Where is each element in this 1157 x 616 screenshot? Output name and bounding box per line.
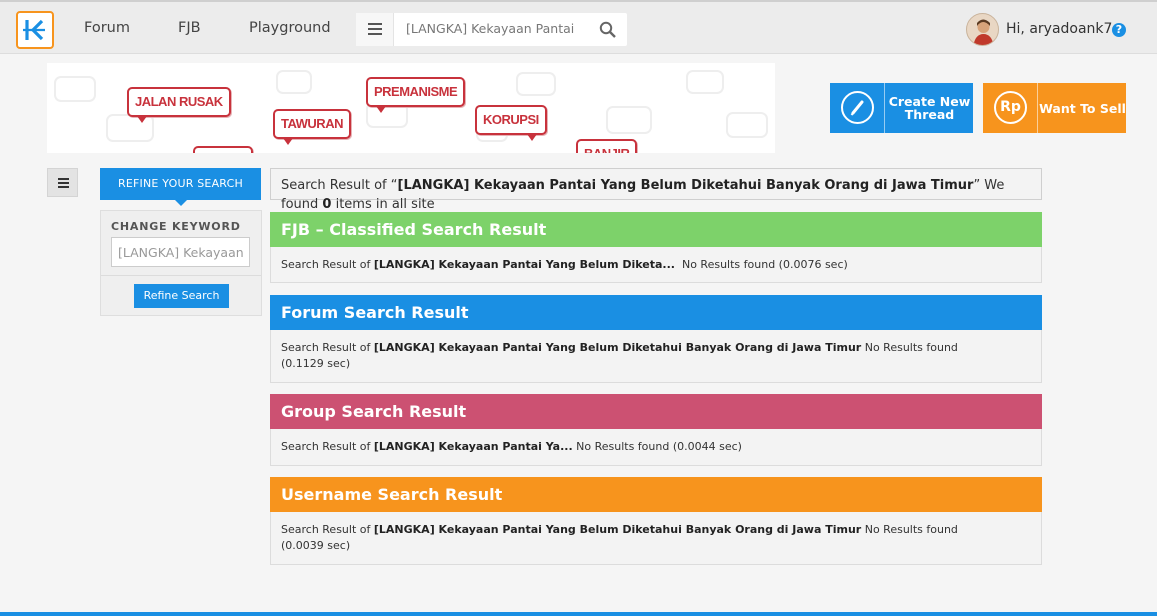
help-icon[interactable]: ? [1112, 23, 1126, 37]
section-title[interactable]: Forum Search Result [270, 295, 1042, 330]
search-input[interactable] [406, 21, 576, 36]
search-category-menu-icon[interactable] [356, 13, 394, 46]
nav-fjb-link[interactable]: FJB [178, 20, 201, 36]
refine-search-button[interactable]: Refine Search [134, 284, 229, 308]
divider [101, 275, 261, 276]
result-status: No Results found (0.0076 sec) [674, 258, 848, 271]
banner-bubble-partial [193, 146, 253, 153]
section-body: Search Result of [LANGKA] Kekayaan Panta… [270, 429, 1042, 466]
forum-result-section: Forum Search Result Search Result of [LA… [270, 295, 1042, 383]
banner-bubble-banjir: BANJIR [576, 139, 638, 153]
banner-bubble-tawuran: TAWURAN [273, 109, 351, 145]
top-navbar: Forum FJB Playground Hi, aryadoank7 ? [0, 0, 1157, 54]
want-to-sell-button[interactable]: Rp Want To Sell [983, 83, 1126, 133]
search-summary: Search Result of “[LANGKA] Kekayaan Pant… [270, 168, 1042, 212]
change-keyword-label: CHANGE KEYWORD [111, 220, 241, 233]
result-time: (0.0039 sec) [281, 539, 351, 552]
banner-bubble-jalan-rusak: JALAN RUSAK [127, 87, 231, 123]
search-term: [LANGKA] Kekayaan Pantai Yang Belum Dike… [373, 258, 675, 271]
search-term: [LANGKA] Kekayaan Pantai Yang Belum Dike… [373, 341, 862, 354]
section-body: Search Result of [LANGKA] Kekayaan Panta… [270, 330, 1042, 383]
username-result-section: Username Search Result Search Result of … [270, 477, 1042, 565]
section-title[interactable]: Username Search Result [270, 477, 1042, 512]
campaign-banner[interactable]: JALAN RUSAK PREMANISME TAWURAN KORUPSI B… [47, 63, 775, 153]
refine-search-panel: CHANGE KEYWORD Refine Search [100, 210, 262, 316]
keyword-input[interactable] [111, 237, 250, 267]
search-term: [LANGKA] Kekayaan Pantai Ya... [373, 440, 573, 453]
footer-edge [0, 612, 1157, 616]
tab-refine-search[interactable]: REFINE YOUR SEARCH [100, 168, 261, 206]
create-thread-label: Create New Thread [888, 94, 971, 122]
section-title[interactable]: Group Search Result [270, 394, 1042, 429]
banner-bubble-premanisme: PREMANISME [366, 77, 466, 113]
result-status: No Results found (0.0044 sec) [572, 440, 742, 453]
search-icon[interactable] [599, 21, 617, 39]
result-status: No Results found [861, 341, 958, 354]
nav-forum-link[interactable]: Forum [84, 20, 130, 36]
section-body: Search Result of [LANGKA] Kekayaan Panta… [270, 247, 1042, 283]
avatar[interactable] [966, 13, 999, 46]
search-query: [LANGKA] Kekayaan Pantai Yang Belum Dike… [397, 178, 974, 193]
user-greeting[interactable]: Hi, aryadoank7 [1006, 21, 1112, 37]
search-term: [LANGKA] Kekayaan Pantai Yang Belum Dike… [373, 523, 862, 536]
section-title[interactable]: FJB – Classified Search Result [270, 212, 1042, 247]
result-status: No Results found [861, 523, 958, 536]
rupiah-icon: Rp [994, 91, 1027, 124]
nav-playground-link[interactable]: Playground [249, 20, 331, 36]
group-result-section: Group Search Result Search Result of [LA… [270, 394, 1042, 466]
fjb-result-section: FJB – Classified Search Result Search Re… [270, 212, 1042, 283]
result-time: (0.1129 sec) [281, 357, 351, 370]
kaskus-logo-icon[interactable] [16, 11, 54, 49]
want-to-sell-label: Want To Sell [1039, 100, 1126, 116]
create-thread-button[interactable]: Create New Thread [830, 83, 973, 133]
search-bar [356, 13, 627, 46]
section-body: Search Result of [LANGKA] Kekayaan Panta… [270, 512, 1042, 565]
banner-bubble-korupsi: KORUPSI [475, 105, 547, 141]
sidebar-toggle-menu-icon[interactable] [47, 168, 78, 197]
pencil-icon [841, 91, 874, 124]
